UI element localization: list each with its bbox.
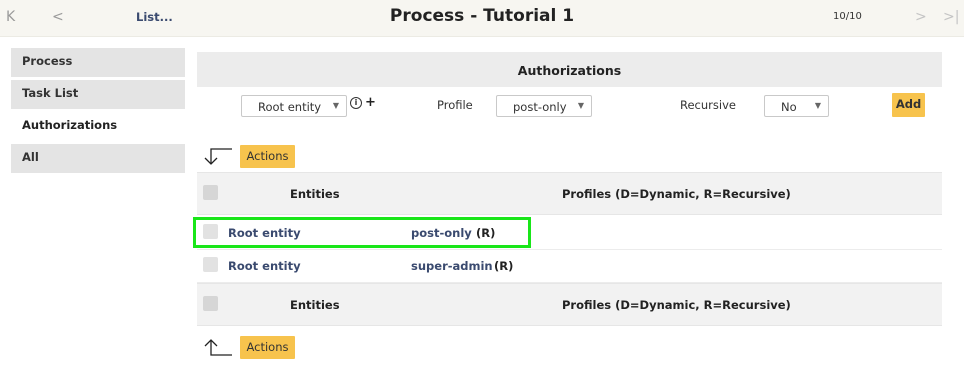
actions-button-top[interactable]: Actions [240,145,295,168]
sidebar: Process Task List Authorizations All [11,48,185,176]
arrow-down-left-icon [204,148,232,165]
profile-select[interactable]: post-only ▼ [496,95,592,117]
authorizations-section-title: Authorizations [197,52,942,87]
profiles-column-header: Profiles (D=Dynamic, R=Recursive) [562,298,791,312]
chevron-down-icon: ▼ [577,101,584,110]
sidebar-item-all[interactable]: All [11,144,185,173]
recursive-select-value: No [781,100,797,114]
record-counter: 10/10 [833,11,862,22]
recursive-label: Recursive [680,98,736,112]
select-all-checkbox-bottom[interactable] [203,296,218,311]
entities-column-header: Entities [290,187,340,201]
add-entity-icon[interactable]: + [365,95,376,110]
select-all-checkbox-top[interactable] [203,185,218,200]
info-icon[interactable]: i [350,97,362,109]
table-header-bottom: Entities Profiles (D=Dynamic, R=Recursiv… [197,283,942,326]
row-highlight-box [193,217,531,248]
table-row: Root entity super-admin (R) [197,250,942,283]
next-record-icon[interactable]: > [915,8,927,26]
page-title: Process - Tutorial 1 [389,6,575,26]
profile-link[interactable]: super-admin [411,259,493,273]
chevron-down-icon: ▼ [332,101,339,110]
row-checkbox[interactable] [203,257,218,272]
sidebar-item-task-list[interactable]: Task List [11,80,185,109]
recursive-flag: (R) [494,259,514,273]
actions-button-bottom[interactable]: Actions [240,336,295,359]
sidebar-item-process[interactable]: Process [11,48,185,77]
profiles-column-header: Profiles (D=Dynamic, R=Recursive) [562,187,791,201]
arrow-up-left-icon [204,339,232,356]
table-header-top: Entities Profiles (D=Dynamic, R=Recursiv… [197,172,942,215]
profile-label: Profile [437,98,473,112]
sidebar-item-authorizations[interactable]: Authorizations [11,112,185,141]
chevron-down-icon: ▼ [814,101,821,110]
entities-column-header: Entities [290,298,340,312]
recursive-select[interactable]: No ▼ [764,95,829,117]
entity-select-value: Root entity [258,100,322,114]
profile-select-value: post-only [513,100,567,114]
add-button[interactable]: Add [892,93,925,117]
entity-link[interactable]: Root entity [228,259,301,273]
top-header: K < List... Process - Tutorial 1 10/10 >… [0,0,964,37]
last-record-icon[interactable]: >| [943,8,959,26]
entity-select[interactable]: Root entity ▼ [241,95,347,117]
